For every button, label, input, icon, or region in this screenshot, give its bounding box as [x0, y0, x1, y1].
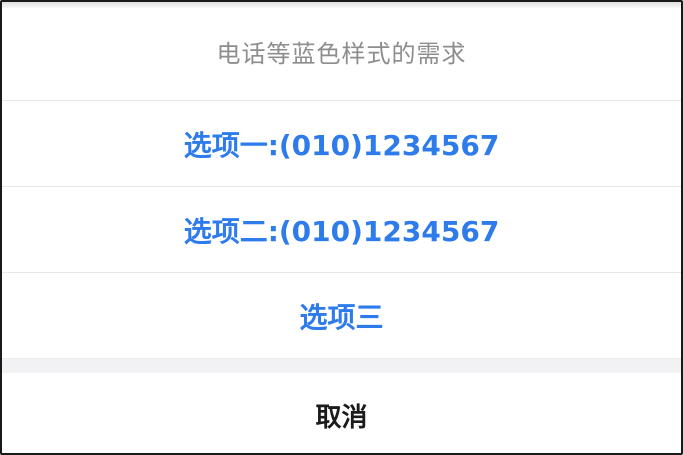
action-sheet-frame: 电话等蓝色样式的需求 选项一:(010)1234567 选项二:(010)123…	[0, 0, 683, 455]
option-1-label: 选项一:(010)1234567	[183, 128, 500, 162]
section-separator	[2, 358, 681, 373]
cancel-label: 取消	[315, 402, 368, 433]
option-3-label: 选项三	[299, 300, 384, 334]
option-3-button[interactable]: 选项三	[2, 273, 681, 358]
cancel-button[interactable]: 取消	[2, 373, 681, 453]
action-sheet-title: 电话等蓝色样式的需求	[2, 2, 681, 101]
option-2-button[interactable]: 选项二:(010)1234567	[2, 187, 681, 273]
option-1-button[interactable]: 选项一:(010)1234567	[2, 101, 681, 187]
option-2-label: 选项二:(010)1234567	[183, 214, 500, 248]
action-sheet: 电话等蓝色样式的需求 选项一:(010)1234567 选项二:(010)123…	[2, 2, 681, 453]
